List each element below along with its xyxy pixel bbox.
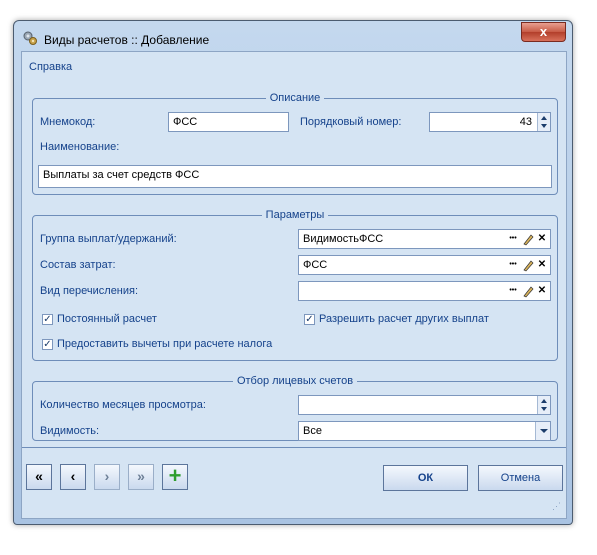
permanent-calc-label: Постоянный расчет (57, 313, 157, 325)
payment-group-label: Группа выплат/удержаний: (40, 233, 177, 245)
chevron-down-icon[interactable] (535, 422, 550, 440)
prev-record-button[interactable]: ‹ (60, 464, 86, 490)
visibility-value: Все (303, 425, 322, 437)
params-legend: Параметры (261, 209, 329, 221)
payment-group-ellipsis-button[interactable]: ••• (506, 231, 520, 247)
transfer-type-clear-button[interactable]: ✕ (535, 283, 549, 299)
transfer-type-ellipsis-button[interactable]: ••• (506, 283, 520, 299)
cost-composition-field[interactable]: ФСС ••• ✕ (298, 255, 551, 275)
transfer-type-label: Вид перечисления: (40, 285, 139, 297)
params-group: Параметры Группа выплат/удержаний: Видим… (32, 209, 558, 361)
visibility-select[interactable]: Все (298, 421, 551, 441)
first-record-button[interactable]: « (26, 464, 52, 490)
add-record-button[interactable]: + (162, 464, 188, 490)
transfer-type-field[interactable]: ••• ✕ (298, 281, 551, 301)
check-icon: ✓ (42, 313, 53, 325)
menu-help[interactable]: Справка (29, 61, 72, 73)
spin-down-icon (541, 407, 547, 411)
payment-group-value: ВидимостьФСС (303, 233, 384, 245)
order-number-value: 43 (519, 116, 532, 128)
close-button[interactable]: x (521, 22, 566, 42)
cost-composition-ellipsis-button[interactable]: ••• (506, 257, 520, 273)
payment-group-field[interactable]: ВидимостьФСС ••• ✕ (298, 229, 551, 249)
payment-group-edit-icon[interactable] (521, 231, 535, 247)
window-title: Виды расчетов :: Добавление (44, 33, 210, 47)
accounts-group: Отбор лицевых счетов Количество месяцев … (32, 375, 558, 441)
check-icon: ✓ (42, 338, 53, 350)
last-record-button[interactable]: » (128, 464, 154, 490)
deductions-checkbox[interactable]: ✓ Предоставить вычеты при расчете налога (42, 338, 272, 350)
permanent-calc-checkbox[interactable]: ✓ Постоянный расчет (42, 313, 157, 325)
allow-other-calc-checkbox[interactable]: ✓ Разрешить расчет других выплат (304, 313, 489, 325)
cost-composition-clear-button[interactable]: ✕ (535, 257, 549, 273)
order-number-spin-buttons[interactable] (537, 113, 550, 131)
app-gears-icon (23, 31, 37, 45)
cost-composition-label: Состав затрат: (40, 259, 116, 271)
spin-up-icon (541, 116, 547, 120)
deductions-label: Предоставить вычеты при расчете налога (57, 338, 273, 350)
dialog-client-area: Справка Описание Мнемокод: ФСС Порядковы… (21, 51, 567, 519)
cancel-button[interactable]: Отмена (478, 465, 563, 491)
visibility-label: Видимость: (40, 425, 100, 437)
next-record-button[interactable]: › (94, 464, 120, 490)
spin-down-icon (541, 124, 547, 128)
order-number-label: Порядковый номер: (300, 116, 402, 128)
mnemocode-label: Мнемокод: (40, 116, 96, 128)
dialog-window: Виды расчетов :: Добавление x Справка Оп… (13, 20, 573, 525)
cost-composition-value: ФСС (303, 259, 328, 271)
close-icon: x (539, 24, 548, 39)
months-label: Количество месяцев просмотра: (40, 399, 206, 411)
payment-group-clear-button[interactable]: ✕ (535, 231, 549, 247)
name-label: Наименование: (40, 141, 120, 153)
resize-grip-icon[interactable]: ⋰ (552, 502, 562, 514)
months-spinner[interactable] (298, 395, 551, 415)
mnemocode-input[interactable]: ФСС (168, 112, 289, 132)
check-icon: ✓ (304, 313, 315, 325)
cost-composition-edit-icon[interactable] (521, 257, 535, 273)
title-bar[interactable]: Виды расчетов :: Добавление x (14, 21, 572, 51)
spin-up-icon (541, 399, 547, 403)
ok-button[interactable]: ОК (383, 465, 468, 491)
description-group: Описание Мнемокод: ФСС Порядковый номер:… (32, 92, 558, 195)
order-number-spinner[interactable]: 43 (429, 112, 551, 132)
description-legend: Описание (265, 92, 325, 104)
transfer-type-edit-icon[interactable] (521, 283, 535, 299)
accounts-legend: Отбор лицевых счетов (232, 375, 358, 387)
footer-divider (22, 447, 566, 448)
name-input[interactable]: Выплаты за счет средств ФСС (38, 165, 552, 188)
allow-other-calc-label: Разрешить расчет других выплат (319, 313, 489, 325)
months-spin-buttons[interactable] (537, 396, 550, 414)
